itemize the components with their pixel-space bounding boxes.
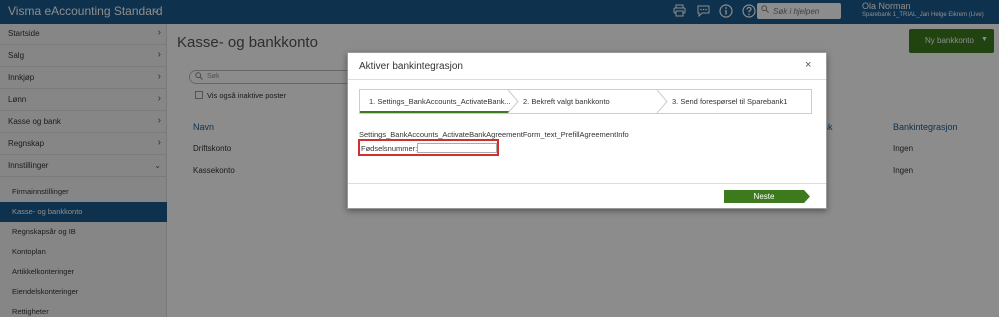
next-button-label: Neste: [753, 192, 775, 201]
next-button[interactable]: Neste: [724, 190, 810, 203]
step-separator-arrow-icon: [508, 90, 519, 113]
ssn-input[interactable]: [417, 143, 497, 153]
close-icon[interactable]: ×: [805, 59, 811, 71]
wizard-steps: 1. Settings_BankAccounts_ActivateBank...…: [359, 89, 812, 114]
ssn-label: Fødselsnummer:: [361, 144, 418, 153]
wizard-step-label: 2. Bekreft valgt bankkonto: [523, 97, 610, 106]
wizard-step-2[interactable]: 2. Bekreft valgt bankkonto: [523, 90, 658, 113]
ssn-field-highlight: Fødselsnummer:: [358, 139, 499, 156]
divider: [348, 183, 826, 184]
activate-bank-integration-dialog: Aktiver bankintegrasjon × 1. Settings_Ba…: [347, 52, 827, 209]
divider: [348, 79, 826, 80]
wizard-step-label: 3. Send forespørsel til Sparebank1: [672, 97, 788, 106]
step-separator-arrow-icon: [657, 90, 668, 113]
prefill-agreement-info: Settings_BankAccounts_ActivateBankAgreem…: [359, 130, 629, 139]
wizard-step-1[interactable]: 1. Settings_BankAccounts_ActivateBank...: [360, 90, 511, 113]
dialog-title: Aktiver bankintegrasjon: [359, 61, 463, 72]
wizard-step-label: 1. Settings_BankAccounts_ActivateBank...: [369, 97, 511, 106]
wizard-step-3[interactable]: 3. Send forespørsel til Sparebank1: [672, 90, 810, 113]
